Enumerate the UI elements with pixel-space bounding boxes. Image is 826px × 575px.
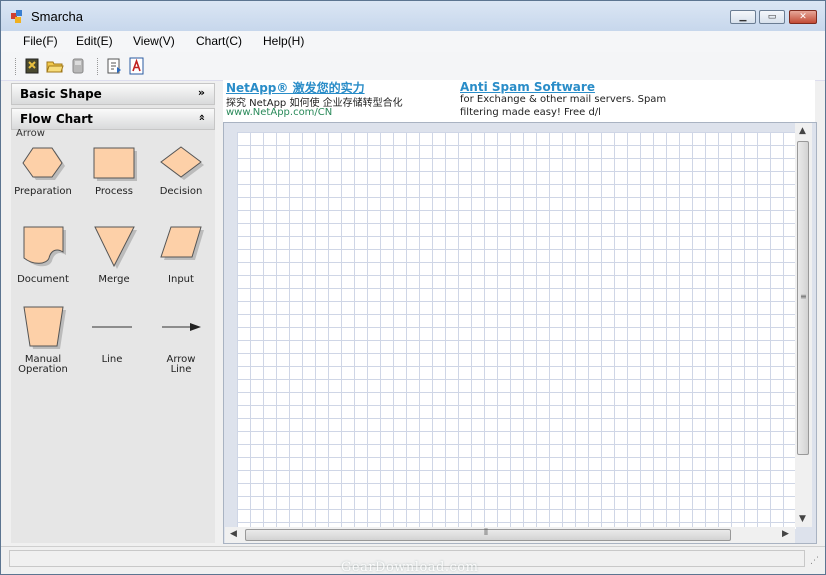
- shape-document[interactable]: Document: [8, 225, 78, 285]
- shape-arrow-line[interactable]: Arrow Line: [146, 305, 216, 375]
- menu-bar: File(F) Edit(E) View(V) Chart(C) Help(H): [1, 31, 825, 52]
- collapse-icon[interactable]: »: [195, 114, 208, 121]
- maximize-icon: ▭: [767, 12, 777, 22]
- shape-label: Preparation: [14, 186, 72, 197]
- grip-icon: ⦀: [484, 528, 488, 538]
- basic-shape-header[interactable]: Basic Shape »: [11, 83, 215, 105]
- open-icon[interactable]: [46, 57, 64, 75]
- app-icon: [11, 10, 22, 23]
- drawing-canvas-frame: [223, 122, 817, 544]
- ad-link-antispam[interactable]: Anti Spam Software: [460, 80, 595, 94]
- shape-label: Input: [168, 274, 194, 285]
- shape-merge[interactable]: Merge: [79, 225, 149, 285]
- parallelogram-icon: [160, 226, 204, 260]
- scroll-down-icon[interactable]: ▼: [799, 514, 806, 524]
- scroll-left-icon[interactable]: ◀: [230, 529, 237, 539]
- menu-help[interactable]: Help(H): [263, 34, 304, 48]
- toolbar: [1, 52, 825, 81]
- text-icon[interactable]: [128, 57, 146, 75]
- ad-banner: NetApp® 激发您的实力 探究 NetApp 如何使 企业存储转型合化 ww…: [223, 80, 815, 122]
- toolbar-separator: [97, 58, 100, 75]
- vertical-scrollbar[interactable]: ▲ ≡ ▼: [795, 123, 812, 527]
- hexagon-icon: [22, 147, 65, 180]
- shape-preparation[interactable]: Preparation: [8, 145, 78, 197]
- menu-edit[interactable]: Edit(E): [76, 34, 113, 48]
- flow-chart-title: Flow Chart: [20, 112, 93, 126]
- shape-sidebar: Basic Shape » Flow Chart » Arrow Prepara…: [11, 83, 215, 543]
- minimize-icon: ▁: [739, 12, 747, 22]
- scroll-right-icon[interactable]: ▶: [782, 529, 789, 539]
- ad-text-antispam: for Exchange & other mail servers. Spam: [460, 94, 667, 105]
- new-icon[interactable]: [23, 57, 41, 75]
- shape-input[interactable]: Input: [146, 225, 216, 285]
- horizontal-scroll-thumb[interactable]: ⦀: [245, 528, 731, 541]
- grip-icon: ≡: [800, 292, 807, 301]
- diamond-icon: [160, 146, 204, 180]
- ad-url-netapp[interactable]: www.NetApp.com/CN: [226, 107, 332, 118]
- shape-label: Merge: [98, 274, 130, 285]
- menu-view[interactable]: View(V): [133, 34, 175, 48]
- title-bar[interactable]: Smarcha ▁ ▭ ✕: [1, 1, 825, 31]
- arrow-section-label-partial: Arrow: [16, 128, 45, 136]
- shape-label: Decision: [159, 186, 203, 197]
- vertical-scroll-thumb[interactable]: ≡: [797, 141, 809, 455]
- shape-decision[interactable]: Decision: [146, 145, 216, 197]
- trapezoid-icon: [23, 306, 66, 349]
- expand-icon[interactable]: »: [198, 86, 205, 99]
- line-icon: [92, 326, 132, 328]
- basic-shape-title: Basic Shape: [20, 87, 102, 101]
- shape-label: Process: [95, 186, 133, 197]
- save-icon[interactable]: [69, 57, 87, 75]
- app-window: Smarcha ▁ ▭ ✕ File(F) Edit(E) View(V) Ch…: [0, 0, 826, 575]
- resize-grip-icon[interactable]: ⋰: [810, 556, 819, 566]
- document-shape-icon: [23, 226, 66, 267]
- watermark: GearDownload.com: [341, 560, 479, 575]
- shape-label: Line: [101, 354, 123, 365]
- shape-label: Document: [17, 274, 69, 285]
- drawing-grid[interactable]: [237, 132, 796, 529]
- triangle-icon: [94, 226, 137, 269]
- minimize-button[interactable]: ▁: [730, 10, 756, 24]
- window-title: Smarcha: [31, 9, 84, 24]
- maximize-button[interactable]: ▭: [759, 10, 785, 24]
- menu-file[interactable]: File(F): [23, 34, 58, 48]
- shape-label: Manual Operation: [18, 354, 68, 375]
- status-bar: GearDownload.com ⋰: [1, 546, 825, 574]
- menu-chart[interactable]: Chart(C): [196, 34, 242, 48]
- shape-label: Arrow Line: [166, 354, 196, 375]
- shape-line[interactable]: Line: [77, 305, 147, 365]
- ad-text-antispam-2: filtering made easy! Free d/l: [460, 107, 601, 118]
- shape-process[interactable]: Process: [79, 145, 149, 197]
- close-icon: ✕: [799, 12, 807, 22]
- export-icon[interactable]: [105, 57, 123, 75]
- shape-manual-operation[interactable]: Manual Operation: [8, 305, 78, 375]
- flow-chart-header[interactable]: Flow Chart »: [11, 108, 215, 130]
- horizontal-scrollbar[interactable]: ◀ ⦀ ▶: [225, 527, 795, 543]
- arrow-line-icon: [162, 323, 201, 331]
- rectangle-icon: [93, 147, 137, 181]
- close-button[interactable]: ✕: [789, 10, 817, 24]
- scroll-up-icon[interactable]: ▲: [799, 126, 806, 136]
- toolbar-grip[interactable]: [15, 58, 18, 75]
